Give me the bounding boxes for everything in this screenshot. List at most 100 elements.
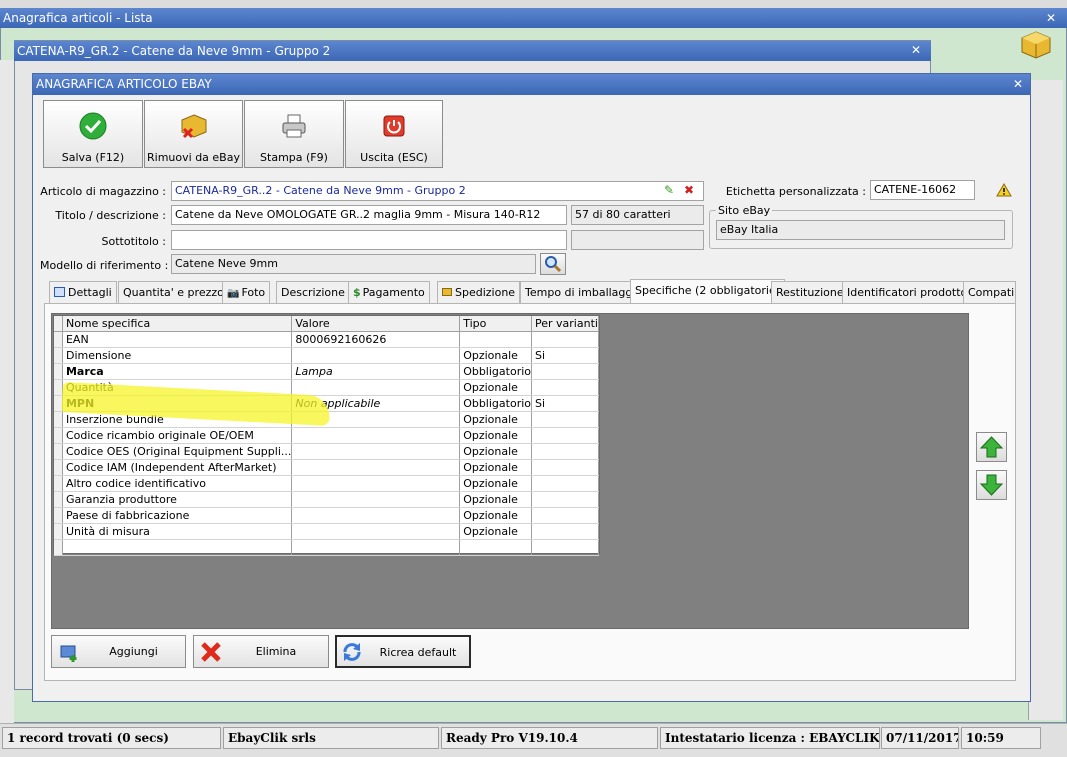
article-close-icon[interactable]: ✕ — [909, 43, 923, 57]
modello-field[interactable]: Catene Neve 9mm — [171, 254, 536, 274]
cell-nome[interactable]: Dimensione — [62, 347, 293, 364]
edit-pencil-icon[interactable]: ✎ — [664, 184, 677, 197]
row-indicator[interactable] — [54, 443, 63, 460]
cell-varianti[interactable] — [531, 411, 599, 428]
header-nome[interactable]: Nome specifica — [62, 316, 293, 332]
tab-dettagli[interactable]: Dettagli — [49, 281, 117, 303]
tab-imballaggio[interactable]: Tempo di imballaggio — [520, 281, 648, 303]
exit-button[interactable]: Uscita (ESC) — [345, 100, 443, 168]
cell-tipo[interactable] — [459, 539, 532, 556]
table-row[interactable]: Inserzione bundle Opzionale — [54, 411, 599, 428]
cell-tipo[interactable]: Opzionale — [459, 491, 532, 508]
cell-varianti[interactable] — [531, 443, 599, 460]
row-indicator[interactable] — [54, 427, 63, 444]
table-row[interactable] — [54, 539, 599, 556]
cell-valore[interactable] — [291, 379, 461, 396]
articolo-field[interactable]: CATENA-R9_GR..2 - Catene da Neve 9mm - G… — [171, 181, 704, 201]
cell-valore[interactable] — [291, 443, 461, 460]
cell-varianti[interactable] — [531, 491, 599, 508]
cell-tipo[interactable]: Opzionale — [459, 523, 532, 540]
cell-nome[interactable]: Codice IAM (Independent AfterMarket) — [62, 459, 293, 476]
cell-valore[interactable] — [291, 507, 461, 524]
search-button[interactable] — [540, 253, 566, 275]
row-indicator[interactable] — [54, 395, 63, 412]
header-tipo[interactable]: Tipo — [459, 316, 532, 332]
cell-tipo[interactable]: Opzionale — [459, 459, 532, 476]
table-row[interactable]: Codice OES (Original Equipment Suppli...… — [54, 443, 599, 460]
cell-valore[interactable] — [291, 539, 461, 556]
row-indicator[interactable] — [54, 539, 63, 556]
etichetta-field[interactable]: CATENE-16062 — [870, 180, 975, 200]
cell-nome[interactable] — [62, 539, 293, 556]
move-up-button[interactable] — [976, 432, 1007, 462]
cell-varianti[interactable] — [531, 507, 599, 524]
cell-varianti[interactable]: Si — [531, 347, 599, 364]
row-indicator[interactable] — [54, 459, 63, 476]
table-row[interactable]: Paese di fabbricazione Opzionale — [54, 507, 599, 524]
dialog-close-icon[interactable]: ✕ — [1011, 77, 1025, 91]
table-row[interactable]: Unità di misura Opzionale — [54, 523, 599, 540]
cell-varianti[interactable] — [531, 523, 599, 540]
cell-tipo[interactable]: Opzionale — [459, 443, 532, 460]
save-button[interactable]: Salva (F12) — [43, 100, 143, 168]
table-row[interactable]: MPN Non applicabile Obbligatorio Si — [54, 395, 599, 412]
table-row[interactable]: Dimensione Opzionale Si — [54, 347, 599, 364]
cell-nome[interactable]: Unità di misura — [62, 523, 293, 540]
tab-identificatori[interactable]: Identificatori prodotto — [842, 281, 973, 303]
table-row[interactable]: Codice ricambio originale OE/OEM Opzional… — [54, 427, 599, 444]
row-indicator[interactable] — [54, 363, 63, 380]
cell-varianti[interactable] — [531, 459, 599, 476]
cell-varianti[interactable] — [531, 539, 599, 556]
table-row[interactable]: Codice IAM (Independent AfterMarket) Opzi… — [54, 459, 599, 476]
tab-quantita[interactable]: Quantita' e prezzo — [118, 281, 229, 303]
cell-nome[interactable]: Codice OES (Original Equipment Suppli... — [62, 443, 293, 460]
sottotitolo-field[interactable] — [171, 230, 567, 250]
remove-ebay-button[interactable]: Rimuovi da eBay — [144, 100, 243, 168]
row-indicator[interactable] — [54, 491, 63, 508]
row-indicator[interactable] — [54, 523, 63, 540]
tab-compatibilita[interactable]: Compatib — [963, 281, 1016, 303]
cell-tipo[interactable]: Opzionale — [459, 347, 532, 364]
cell-nome[interactable]: MPN — [62, 395, 293, 412]
cell-tipo[interactable]: Opzionale — [459, 507, 532, 524]
cell-nome[interactable]: Codice ricambio originale OE/OEM — [62, 427, 293, 444]
table-row[interactable]: Garanzia produttore Opzionale — [54, 491, 599, 508]
cell-varianti[interactable] — [531, 475, 599, 492]
cell-valore[interactable] — [291, 427, 461, 444]
row-indicator[interactable] — [54, 331, 63, 348]
cell-nome[interactable]: Inserzione bundle — [62, 411, 293, 428]
specifics-grid[interactable]: Nome specifica Valore Tipo Per varianti … — [53, 315, 600, 556]
cell-tipo[interactable] — [459, 331, 532, 348]
row-indicator[interactable] — [54, 347, 63, 364]
cell-varianti[interactable] — [531, 379, 599, 396]
header-varianti[interactable]: Per varianti — [531, 316, 599, 332]
main-close-icon[interactable]: ✕ — [1044, 11, 1058, 25]
cell-tipo[interactable]: Opzionale — [459, 427, 532, 444]
tab-pagamento[interactable]: $ Pagamento — [348, 281, 430, 303]
row-indicator[interactable] — [54, 475, 63, 492]
header-valore[interactable]: Valore — [291, 316, 461, 332]
table-row[interactable]: Marca Lampa Obbligatorio — [54, 363, 599, 380]
cell-tipo[interactable]: Obbligatorio — [459, 363, 532, 380]
row-indicator[interactable] — [54, 507, 63, 524]
titolo-field[interactable]: Catene da Neve OMOLOGATE GR..2 maglia 9m… — [171, 205, 567, 225]
cell-valore[interactable]: Lampa — [291, 363, 461, 380]
cell-nome[interactable]: Marca — [62, 363, 293, 380]
cell-tipo[interactable]: Opzionale — [459, 379, 532, 396]
cell-valore[interactable] — [291, 347, 461, 364]
reset-default-button[interactable]: Ricrea default — [335, 635, 471, 668]
cell-nome[interactable]: Garanzia produttore — [62, 491, 293, 508]
add-button[interactable]: Aggiungi — [51, 635, 186, 668]
tab-descrizione[interactable]: Descrizione — [276, 281, 350, 303]
cell-valore[interactable] — [291, 411, 461, 428]
cell-tipo[interactable]: Obbligatorio — [459, 395, 532, 412]
delete-button[interactable]: Elimina — [193, 635, 329, 668]
tab-specifiche[interactable]: Specifiche (2 obbligatorie) — [630, 279, 786, 304]
cell-valore[interactable] — [291, 475, 461, 492]
row-indicator[interactable] — [54, 379, 63, 396]
cell-tipo[interactable]: Opzionale — [459, 475, 532, 492]
cell-valore[interactable]: 8000692160626 — [291, 331, 461, 348]
cell-tipo[interactable]: Opzionale — [459, 411, 532, 428]
cell-nome[interactable]: Altro codice identificativo — [62, 475, 293, 492]
cell-nome[interactable]: Paese di fabbricazione — [62, 507, 293, 524]
